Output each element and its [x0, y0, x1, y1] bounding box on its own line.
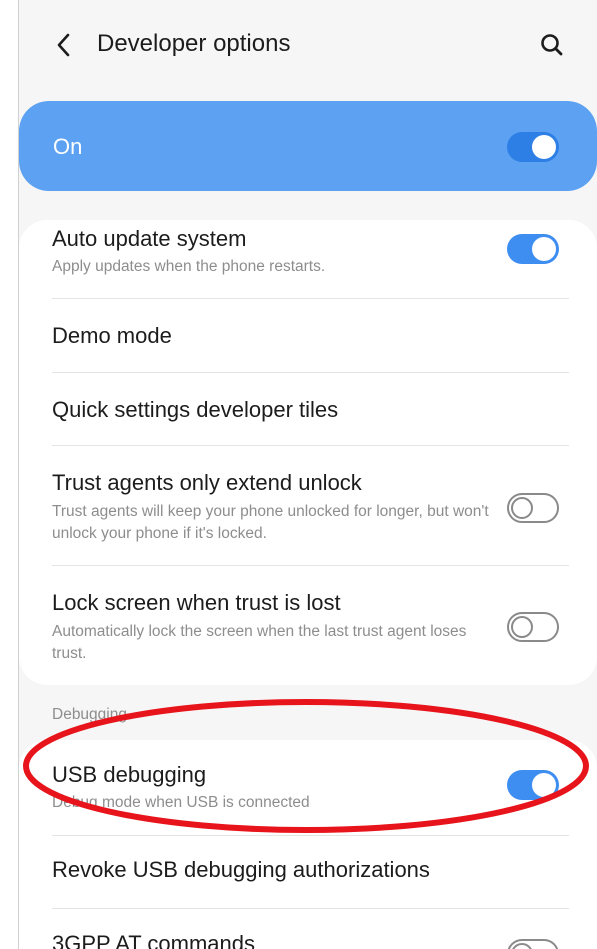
section-header-debugging: Debugging	[52, 706, 127, 723]
setting-subtitle: Trust agents will keep your phone unlock…	[52, 503, 489, 542]
setting-title: Trust agents only extend unlock	[52, 470, 362, 495]
search-button[interactable]	[535, 28, 569, 62]
setting-row-quick-settings-tiles[interactable]: Quick settings developer tiles	[19, 373, 597, 446]
setting-title: Lock screen when trust is lost	[52, 590, 341, 615]
master-switch-label: On	[53, 134, 83, 159]
3gpp-at-commands-toggle[interactable]	[507, 939, 559, 949]
setting-row-3gpp-at-commands[interactable]: 3GPP AT commands	[19, 909, 597, 949]
toggle-knob	[511, 943, 533, 949]
auto-update-toggle[interactable]	[507, 234, 559, 264]
chevron-left-icon	[57, 33, 70, 57]
toggle-knob	[532, 237, 556, 261]
toggle-knob	[532, 773, 556, 797]
setting-subtitle: Automatically lock the screen when the l…	[52, 623, 467, 662]
setting-row-usb-debugging[interactable]: USB debugging Debug mode when USB is con…	[19, 740, 597, 835]
setting-title: Revoke USB debugging authorizations	[52, 857, 430, 882]
usb-debugging-toggle[interactable]	[507, 770, 559, 800]
search-icon	[541, 34, 563, 56]
app-bar: Developer options	[19, 0, 597, 92]
page-title: Developer options	[97, 30, 291, 57]
setting-subtitle: Debug mode when USB is connected	[52, 794, 310, 811]
settings-card: Auto update system Apply updates when th…	[19, 220, 597, 685]
setting-title: Quick settings developer tiles	[52, 397, 339, 422]
settings-screen: Developer options On Auto update system …	[18, 0, 597, 949]
setting-row-trust-agents[interactable]: Trust agents only extend unlock Trust ag…	[19, 446, 597, 566]
toggle-knob	[511, 616, 533, 638]
setting-title: USB debugging	[52, 762, 207, 787]
setting-row-auto-update-system[interactable]: Auto update system Apply updates when th…	[19, 220, 597, 300]
debugging-card: USB debugging Debug mode when USB is con…	[19, 740, 597, 949]
setting-row-revoke-usb-authorizations[interactable]: Revoke USB debugging authorizations	[19, 836, 597, 908]
lock-screen-toggle[interactable]	[507, 612, 559, 642]
setting-row-lock-screen-trust-lost[interactable]: Lock screen when trust is lost Automatic…	[19, 566, 597, 685]
master-switch-bar[interactable]: On	[19, 101, 597, 191]
setting-title: 3GPP AT commands	[52, 931, 255, 949]
trust-agents-toggle[interactable]	[507, 493, 559, 523]
setting-row-demo-mode[interactable]: Demo mode	[19, 299, 597, 372]
setting-title: Demo mode	[52, 323, 172, 348]
setting-title: Auto update system	[52, 226, 247, 251]
back-button[interactable]	[47, 28, 81, 62]
toggle-knob	[532, 135, 556, 159]
toggle-knob	[511, 497, 533, 519]
setting-subtitle: Apply updates when the phone restarts.	[52, 258, 326, 275]
master-toggle[interactable]	[507, 132, 559, 162]
